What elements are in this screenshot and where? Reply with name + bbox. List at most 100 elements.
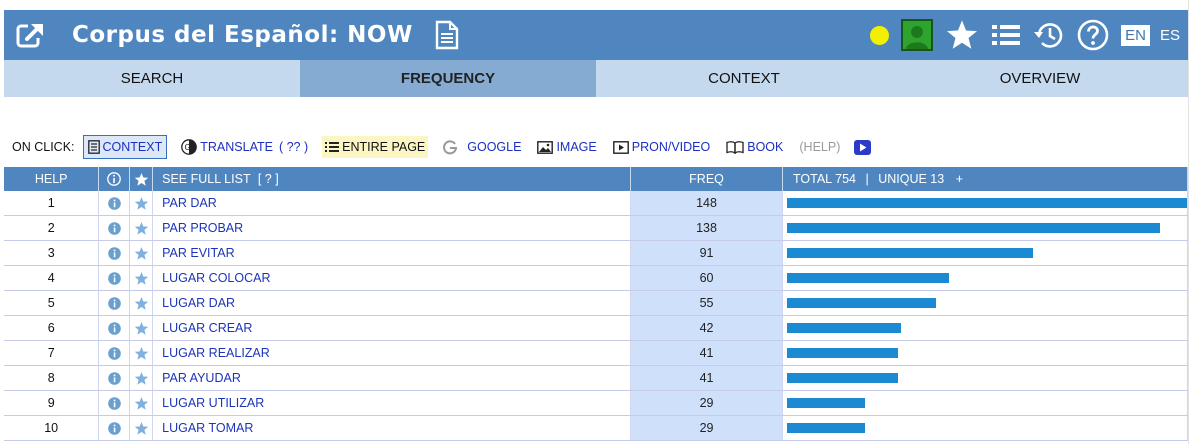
info-icon[interactable] [107,321,121,335]
on-click-context-option[interactable]: CONTEXT [82,135,168,159]
row-star-cell [129,290,154,316]
row-bar-cell [782,415,1188,441]
star-icon[interactable] [134,420,149,435]
table-row: 4 LUGAR COLOCAR 60 [4,265,1188,291]
star-icon [134,171,149,186]
row-word-link[interactable]: PAR DAR [152,191,632,216]
row-word-link[interactable]: LUGAR REALIZAR [152,340,632,366]
user-icon[interactable] [901,19,934,51]
history-icon[interactable] [1033,19,1065,51]
freq-bar [787,298,936,308]
see-full-list-header[interactable]: SEE FULL LIST [ ? ] [152,167,632,191]
row-word-link[interactable]: PAR AYUDAR [152,365,632,391]
row-rank: 3 [4,240,100,266]
table-row: 8 PAR AYUDAR 41 [4,365,1188,391]
on-click-book-option[interactable]: BOOK [724,136,785,158]
info-icon[interactable] [107,196,121,210]
star-icon[interactable] [134,220,149,235]
star-icon[interactable] [134,245,149,260]
row-info-cell [98,265,131,291]
info-icon[interactable] [107,271,121,285]
row-star-cell [129,365,154,391]
on-click-entire-page-label: ENTIRE PAGE [342,140,426,154]
table-row: 9 LUGAR UTILIZAR 29 [4,390,1188,416]
row-info-cell [98,415,131,441]
freq-bar [787,248,1033,258]
freq-column-header[interactable]: FREQ [630,167,783,191]
row-word-link[interactable]: PAR PROBAR [152,215,632,241]
external-link-icon[interactable] [14,18,48,52]
tab-context[interactable]: CONTEXT [596,60,892,97]
see-full-list-link[interactable]: SEE FULL LIST [162,172,250,186]
star-icon[interactable] [134,195,149,210]
row-word-link[interactable]: LUGAR TOMAR [152,415,632,441]
row-word-link[interactable]: LUGAR CREAR [152,315,632,341]
row-word-link[interactable]: LUGAR DAR [152,290,632,316]
table-row: 3 PAR EVITAR 91 [4,240,1188,266]
row-info-cell [98,365,131,391]
table-row: 6 LUGAR CREAR 42 [4,315,1188,341]
row-star-cell [129,265,154,291]
tab-overview[interactable]: OVERVIEW [892,60,1188,97]
row-rank: 9 [4,390,100,416]
language-es-button[interactable]: ES [1160,27,1180,44]
row-freq: 148 [630,191,783,216]
google-icon [443,140,458,155]
row-freq: 55 [630,290,783,316]
star-icon[interactable] [134,320,149,335]
on-click-google-option[interactable]: GOOGLE [440,136,523,158]
row-bar-cell [782,240,1188,266]
info-icon[interactable] [107,421,121,435]
on-click-translate-option[interactable]: G TRANSLATE ( ?? ) [179,136,310,158]
tab-search[interactable]: SEARCH [4,60,300,97]
expand-plus-button[interactable]: + [956,172,963,186]
row-rank: 2 [4,215,100,241]
row-word-link[interactable]: LUGAR UTILIZAR [152,390,632,416]
translate-language-link[interactable]: ( ?? ) [279,140,308,154]
app-header: Corpus del Español: NOW EN ES [4,10,1188,60]
main-tabs: SEARCH FREQUENCY CONTEXT OVERVIEW [4,60,1188,97]
info-icon[interactable] [107,396,121,410]
freq-bar [787,398,865,408]
row-star-cell [129,191,154,216]
on-click-pron-video-option[interactable]: PRON/VIDEO [611,136,713,158]
star-icon[interactable] [134,395,149,410]
star-icon[interactable] [134,270,149,285]
info-icon[interactable] [107,346,121,360]
row-freq: 60 [630,265,783,291]
page-scrollbar[interactable] [1188,0,1202,444]
on-click-entire-page-option[interactable]: ENTIRE PAGE [322,136,429,158]
play-video-icon[interactable] [854,139,872,155]
row-word-link[interactable]: PAR EVITAR [152,240,632,266]
row-bar-cell [782,315,1188,341]
info-icon[interactable] [107,246,121,260]
help-column-header[interactable]: HELP [4,167,100,191]
freq-bar [787,348,898,358]
favorite-column-header [129,167,154,191]
help-icon[interactable] [1077,19,1109,51]
star-icon[interactable] [134,370,149,385]
on-click-image-option[interactable]: IMAGE [535,136,598,158]
on-click-help-link[interactable]: (HELP) [797,136,842,158]
language-en-button[interactable]: EN [1121,24,1150,46]
star-icon[interactable] [134,345,149,360]
row-word-link[interactable]: LUGAR COLOCAR [152,265,632,291]
info-icon[interactable] [107,296,121,310]
row-bar-cell [782,340,1188,366]
on-click-book-label: BOOK [747,140,784,154]
info-column-header [98,167,131,191]
see-full-list-help-link[interactable]: [ ? ] [258,172,279,186]
document-icon[interactable] [435,20,459,50]
star-icon[interactable] [945,19,979,51]
star-icon[interactable] [134,295,149,310]
row-bar-cell [782,390,1188,416]
table-row: 7 LUGAR REALIZAR 41 [4,340,1188,366]
info-icon[interactable] [107,221,121,235]
row-info-cell [98,215,131,241]
tab-frequency[interactable]: FREQUENCY [300,60,596,97]
row-info-cell [98,315,131,341]
info-icon[interactable] [107,371,121,385]
total-count: TOTAL 754 [793,172,856,186]
list-icon[interactable] [991,22,1021,48]
freq-bar [787,223,1160,233]
